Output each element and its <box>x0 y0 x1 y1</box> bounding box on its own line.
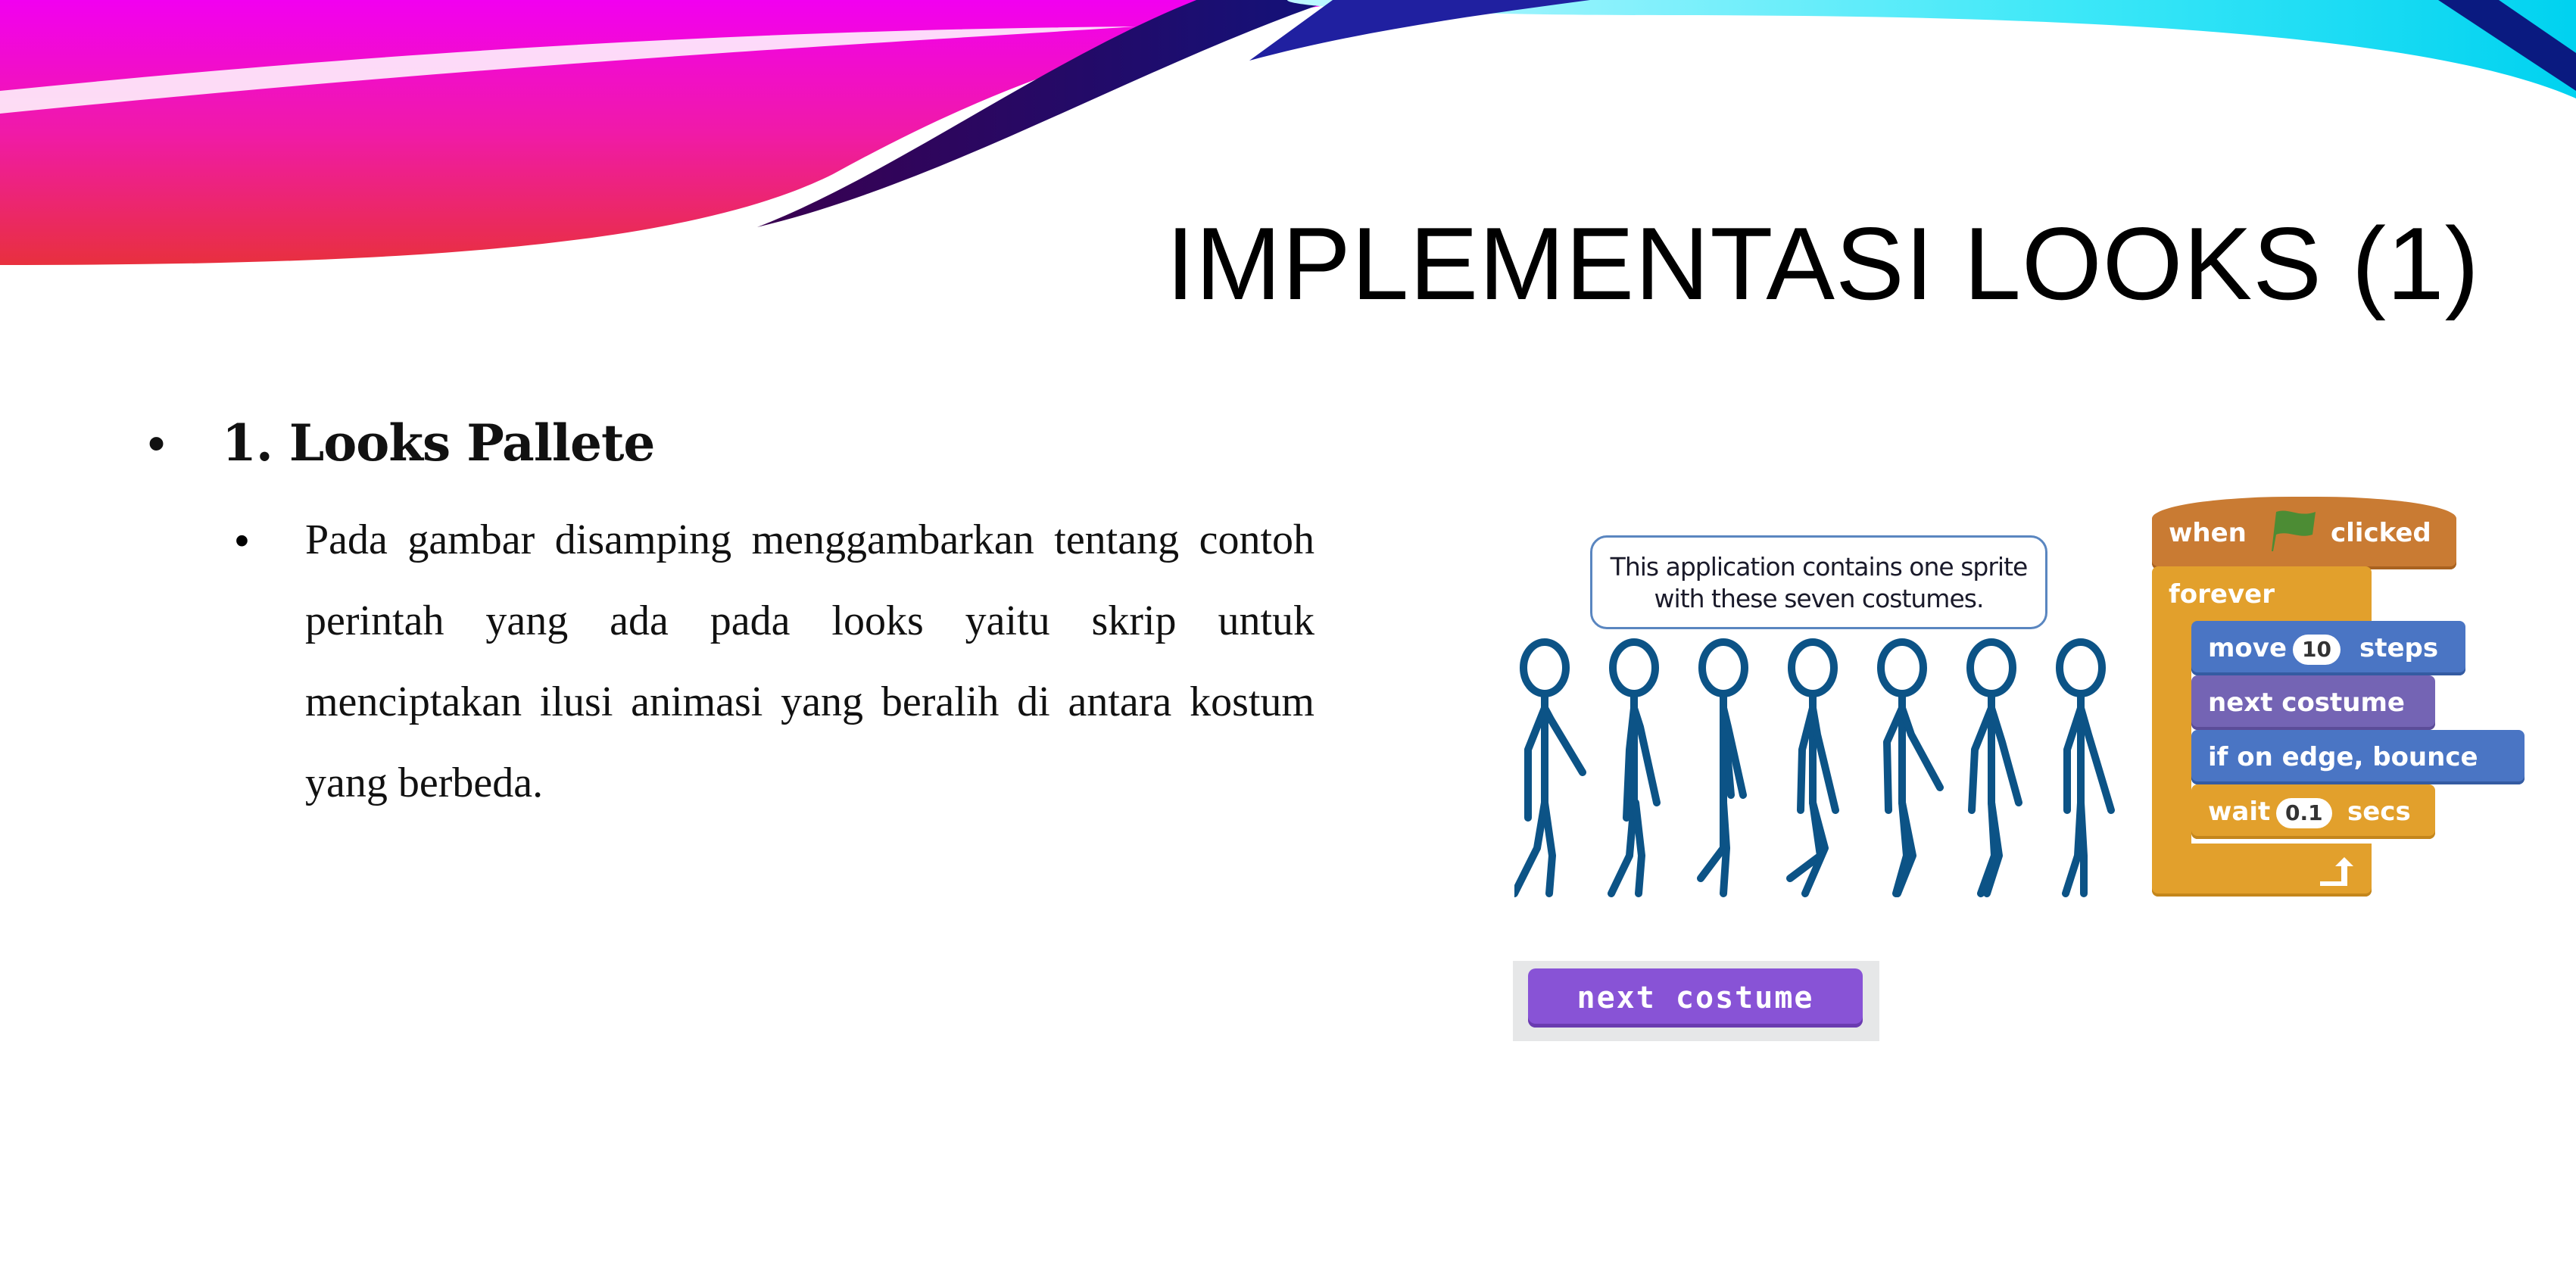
wait-secs-block: wait 0.1 secs <box>2191 784 2435 839</box>
speech-bubble-line1: This application contains one sprite <box>1610 552 2029 582</box>
bounce-block: if on edge, bounce <box>2191 730 2525 784</box>
bounce-label: if on edge, bounce <box>2208 742 2478 772</box>
move-suffix: steps <box>2359 633 2439 663</box>
costume-figure <box>1786 638 1839 897</box>
costume-figure <box>1697 638 1748 897</box>
next-costume-sample: next costume <box>1513 961 1879 1041</box>
wait-value: 0.1 <box>2276 797 2332 828</box>
move-prefix: move <box>2208 633 2288 663</box>
speech-bubble-line2: with these seven costumes. <box>1654 584 1985 613</box>
costume-figure <box>1514 638 1586 897</box>
figure-leg <box>2077 799 2088 897</box>
figure-arm <box>1988 704 2022 806</box>
scratch-script: when clicked forever move 10 steps next … <box>2152 469 2531 909</box>
figure-leg <box>1697 799 1727 882</box>
figure-arm <box>1898 704 1944 791</box>
figure-leg <box>1720 799 1730 897</box>
costume-figure <box>1877 638 1944 897</box>
next-costume-sample-block: next costume <box>1528 968 1863 1028</box>
figure-head <box>1877 638 1927 697</box>
costume-figure <box>2056 638 2115 897</box>
figure-head <box>1788 638 1838 697</box>
figure-head <box>1966 638 2016 697</box>
bullet-heading-text: 1. Looks Pallete <box>222 413 655 472</box>
speech-bubble: This application contains one sprite wit… <box>1590 535 2047 629</box>
next-costume-label: next costume <box>2208 688 2405 718</box>
figure-leg <box>1608 799 1638 897</box>
steps-value: 10 <box>2293 634 2341 665</box>
forever-label: forever <box>2169 579 2275 610</box>
green-flag-icon <box>2272 510 2316 551</box>
figure-head <box>1520 638 1570 697</box>
forever-bottom <box>2152 844 2372 897</box>
loop-arrow-icon <box>2320 857 2353 886</box>
slide-title: IMPLEMENTASI LOOKS (1) <box>1166 206 2480 321</box>
wait-prefix: wait <box>2208 797 2271 827</box>
figure-arm <box>1541 704 1586 776</box>
bullet-marker: • <box>148 415 166 471</box>
move-steps-block: move 10 steps <box>2191 621 2465 675</box>
figure-head <box>2056 638 2106 697</box>
costume-figure <box>1966 638 2022 897</box>
wait-suffix: secs <box>2347 797 2411 827</box>
when-flag-clicked-block: when clicked <box>2152 497 2456 569</box>
forever-block: forever <box>2152 566 2372 625</box>
bullet-body-text: Pada gambar disamping menggambarkan tent… <box>305 516 1315 806</box>
hat-prefix: when <box>2169 518 2247 548</box>
bullet-marker: • <box>235 518 249 563</box>
figure-leg <box>1541 799 1556 897</box>
figure-leg <box>1632 799 1645 897</box>
next-costume-block: next costume <box>2191 675 2435 730</box>
figure-head <box>1609 638 1659 697</box>
costume-figure <box>1608 638 1661 897</box>
figure-leg <box>1801 799 1829 897</box>
forever-arm <box>2152 621 2191 848</box>
costume-figures <box>1514 638 2115 897</box>
figure-arm <box>2077 704 2115 814</box>
figure-head <box>1698 638 1748 697</box>
hat-suffix: clicked <box>2331 518 2431 548</box>
